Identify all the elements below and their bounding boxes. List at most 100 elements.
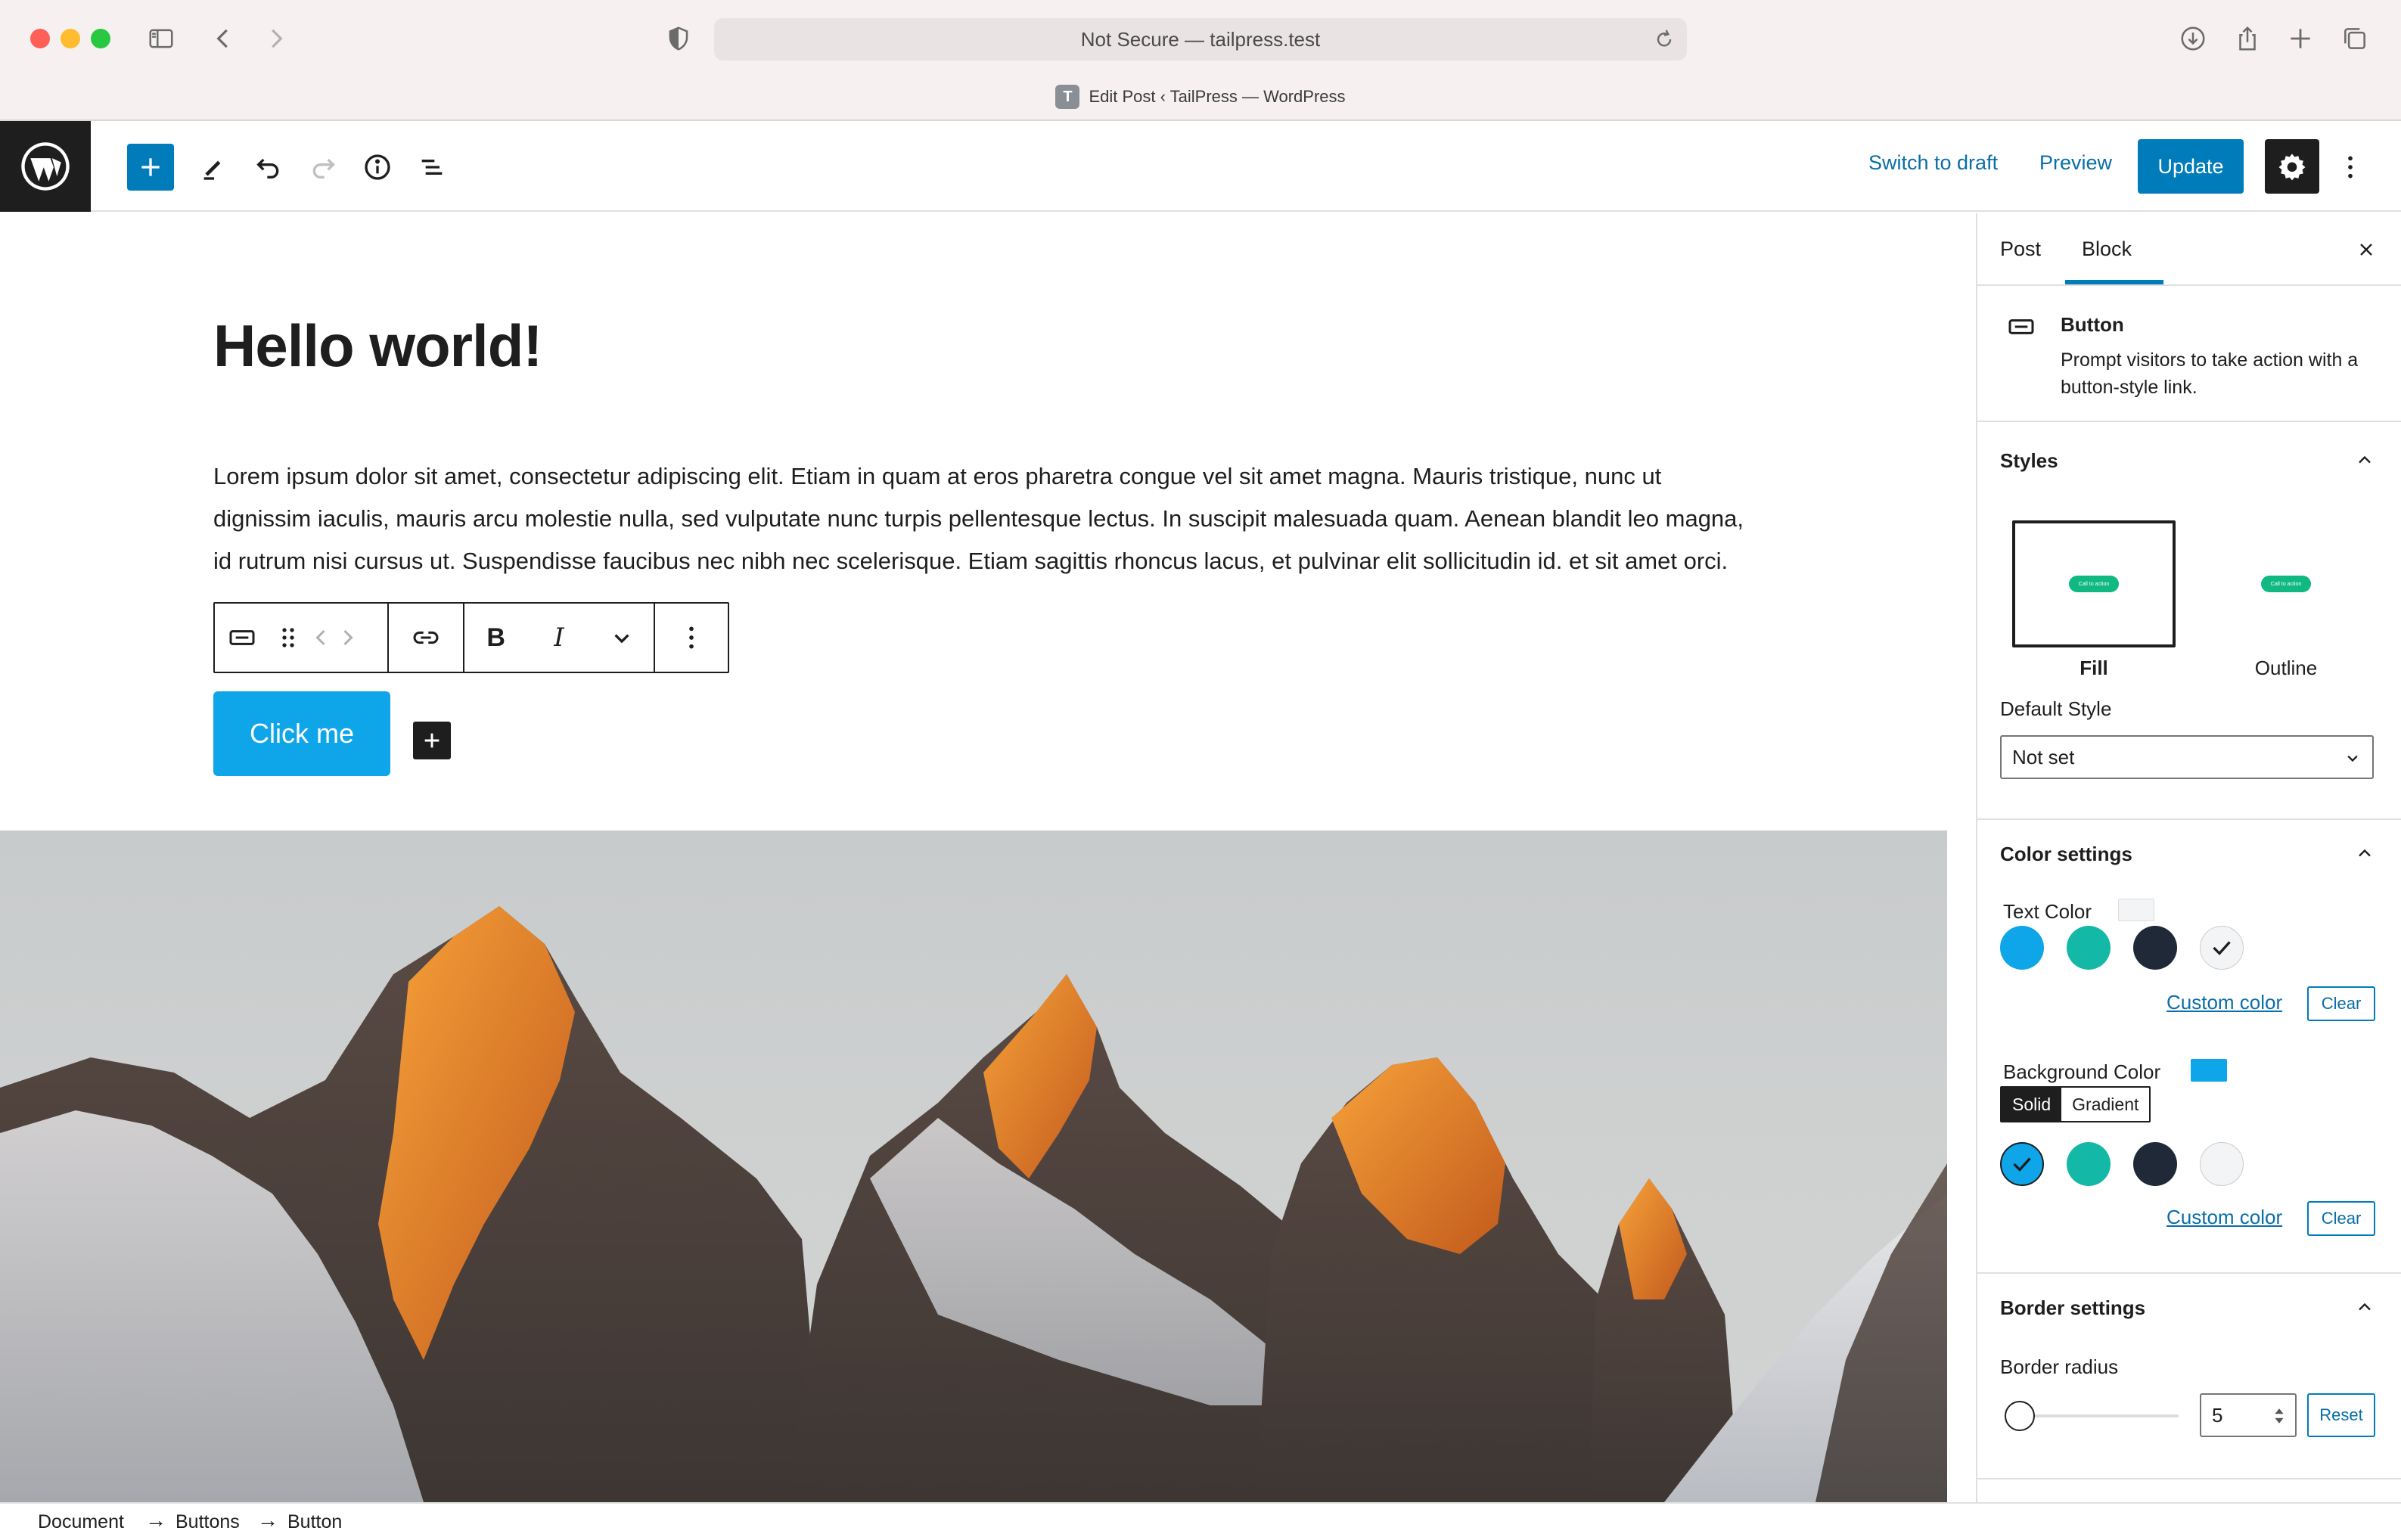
text-color-swatch-dark[interactable] [2133, 926, 2177, 970]
sidebar-toggle-icon[interactable] [144, 21, 179, 56]
back-icon[interactable] [206, 21, 241, 56]
block-toolbar: B I [213, 602, 729, 673]
cover-image-block[interactable] [0, 831, 1947, 1502]
check-icon [2213, 941, 2231, 955]
paragraph-block[interactable]: Lorem ipsum dolor sit amet, consectetur … [213, 455, 1756, 582]
italic-button[interactable]: I [532, 604, 586, 672]
chevron-up-icon[interactable] [2350, 445, 2380, 475]
new-tab-icon[interactable] [2283, 21, 2318, 56]
options-button[interactable] [2327, 144, 2374, 191]
border-radius-value: 5 [2212, 1403, 2223, 1427]
breadcrumb-button[interactable]: Button [287, 1511, 342, 1533]
text-color-swatch-blue[interactable] [2000, 926, 2044, 970]
default-style-value: Not set [2012, 745, 2075, 768]
wordpress-logo-button[interactable] [0, 121, 91, 212]
tab-gradient[interactable]: Gradient [2061, 1088, 2150, 1121]
editor-canvas: Hello world! Lorem ipsum dolor sit amet,… [0, 213, 1947, 1502]
close-window-button[interactable] [30, 29, 50, 48]
background-color-swatch-light[interactable] [2200, 1142, 2244, 1186]
pencil-icon [203, 160, 221, 180]
chevron-up-icon[interactable] [2350, 838, 2380, 868]
style-preview-button: Call to action [2261, 576, 2311, 592]
background-color-swatch-teal[interactable] [2067, 1142, 2111, 1186]
sidebar-tabs: Post Block [1977, 213, 2401, 286]
tools-button[interactable] [191, 144, 238, 191]
preview-button[interactable]: Preview [2039, 151, 2112, 175]
breadcrumb-buttons[interactable]: Buttons [175, 1511, 240, 1533]
style-label-fill: Fill [2080, 657, 2108, 679]
link-icon [413, 631, 439, 644]
link-button[interactable] [399, 604, 453, 672]
text-color-swatch-light[interactable] [2200, 926, 2244, 970]
plus-icon [424, 733, 440, 748]
tab-post[interactable]: Post [2000, 238, 2041, 261]
style-option-outline[interactable]: Call to action [2204, 520, 2368, 647]
bold-button[interactable]: B [469, 604, 523, 672]
settings-button[interactable] [2265, 139, 2319, 194]
mountain-landscape-image [0, 906, 1947, 1502]
panel-divider [1977, 1478, 2401, 1479]
style-preview-button: Call to action [2069, 576, 2119, 592]
block-inserter-button[interactable] [413, 722, 451, 759]
move-right-button[interactable] [334, 604, 362, 672]
background-color-swatch-blue[interactable] [2000, 1142, 2044, 1186]
tab-solid[interactable]: Solid [2002, 1088, 2062, 1121]
block-options-button[interactable] [664, 604, 719, 672]
list-view-icon [421, 160, 443, 175]
details-button[interactable] [354, 144, 401, 191]
tab-title[interactable]: T Edit Post ‹ TailPress — WordPress [0, 85, 2401, 109]
forward-icon[interactable] [259, 21, 294, 56]
background-color-clear-button[interactable]: Clear [2307, 1201, 2375, 1236]
privacy-shield-icon[interactable] [661, 21, 696, 56]
border-radius-label: Border radius [2000, 1355, 2119, 1378]
button-block[interactable]: Click me [213, 691, 390, 776]
color-settings-panel-title[interactable]: Color settings [2000, 843, 2132, 866]
tab-block[interactable]: Block [2082, 238, 2132, 261]
breadcrumb-document[interactable]: Document [38, 1511, 124, 1533]
add-block-button[interactable] [127, 144, 174, 191]
chevron-up-icon[interactable] [2350, 1292, 2380, 1322]
list-view-button[interactable] [408, 144, 455, 191]
chevron-left-icon [315, 629, 325, 646]
favicon: T [1055, 85, 1080, 109]
background-color-swatch-dark[interactable] [2133, 1142, 2177, 1186]
share-icon[interactable] [2230, 21, 2265, 56]
redo-button[interactable] [300, 144, 346, 191]
default-style-select[interactable]: Not set [2000, 735, 2374, 779]
close-sidebar-button[interactable] [2350, 233, 2383, 266]
tab-overview-icon[interactable] [2337, 21, 2372, 56]
block-card-title: Button [2061, 313, 2124, 336]
text-color-clear-button[interactable]: Clear [2307, 986, 2375, 1021]
close-icon [2360, 244, 2372, 256]
text-color-swatch-teal[interactable] [2067, 926, 2111, 970]
block-type-button[interactable] [215, 604, 269, 672]
post-title[interactable]: Hello world! [213, 312, 542, 380]
background-custom-color-button[interactable]: Custom color [2166, 1206, 2282, 1229]
update-button[interactable]: Update [2138, 139, 2244, 194]
switch-to-draft-button[interactable]: Switch to draft [1868, 151, 1998, 175]
paragraph-tail: et sit amet orci. [1568, 548, 1729, 574]
downloads-icon[interactable] [2176, 21, 2210, 56]
move-left-button[interactable] [307, 604, 334, 672]
border-radius-slider-track[interactable] [2015, 1414, 2179, 1417]
undo-button[interactable] [245, 144, 292, 191]
check-icon [2013, 1157, 2031, 1172]
border-settings-panel-title[interactable]: Border settings [2000, 1296, 2145, 1320]
border-radius-input[interactable]: 5 [2200, 1393, 2297, 1437]
text-custom-color-button[interactable]: Custom color [2166, 991, 2282, 1014]
drag-handle[interactable] [269, 604, 307, 672]
info-icon [365, 154, 390, 180]
spinner-arrows-icon[interactable] [2272, 1405, 2286, 1427]
background-color-indicator [2191, 1059, 2227, 1082]
minimize-window-button[interactable] [61, 29, 80, 48]
reload-icon[interactable] [1652, 27, 1676, 51]
undo-icon [256, 158, 279, 179]
styles-panel-title[interactable]: Styles [2000, 449, 2058, 473]
border-radius-slider-thumb[interactable] [2005, 1401, 2035, 1431]
style-option-fill[interactable]: Call to action [2012, 520, 2176, 647]
border-radius-reset-button[interactable]: Reset [2307, 1393, 2375, 1437]
zoom-window-button[interactable] [91, 29, 110, 48]
address-bar[interactable]: Not Secure — tailpress.test [714, 18, 1687, 61]
more-formatting-button[interactable] [595, 604, 649, 672]
block-card: Button Prompt visitors to take action wi… [1977, 287, 2401, 422]
